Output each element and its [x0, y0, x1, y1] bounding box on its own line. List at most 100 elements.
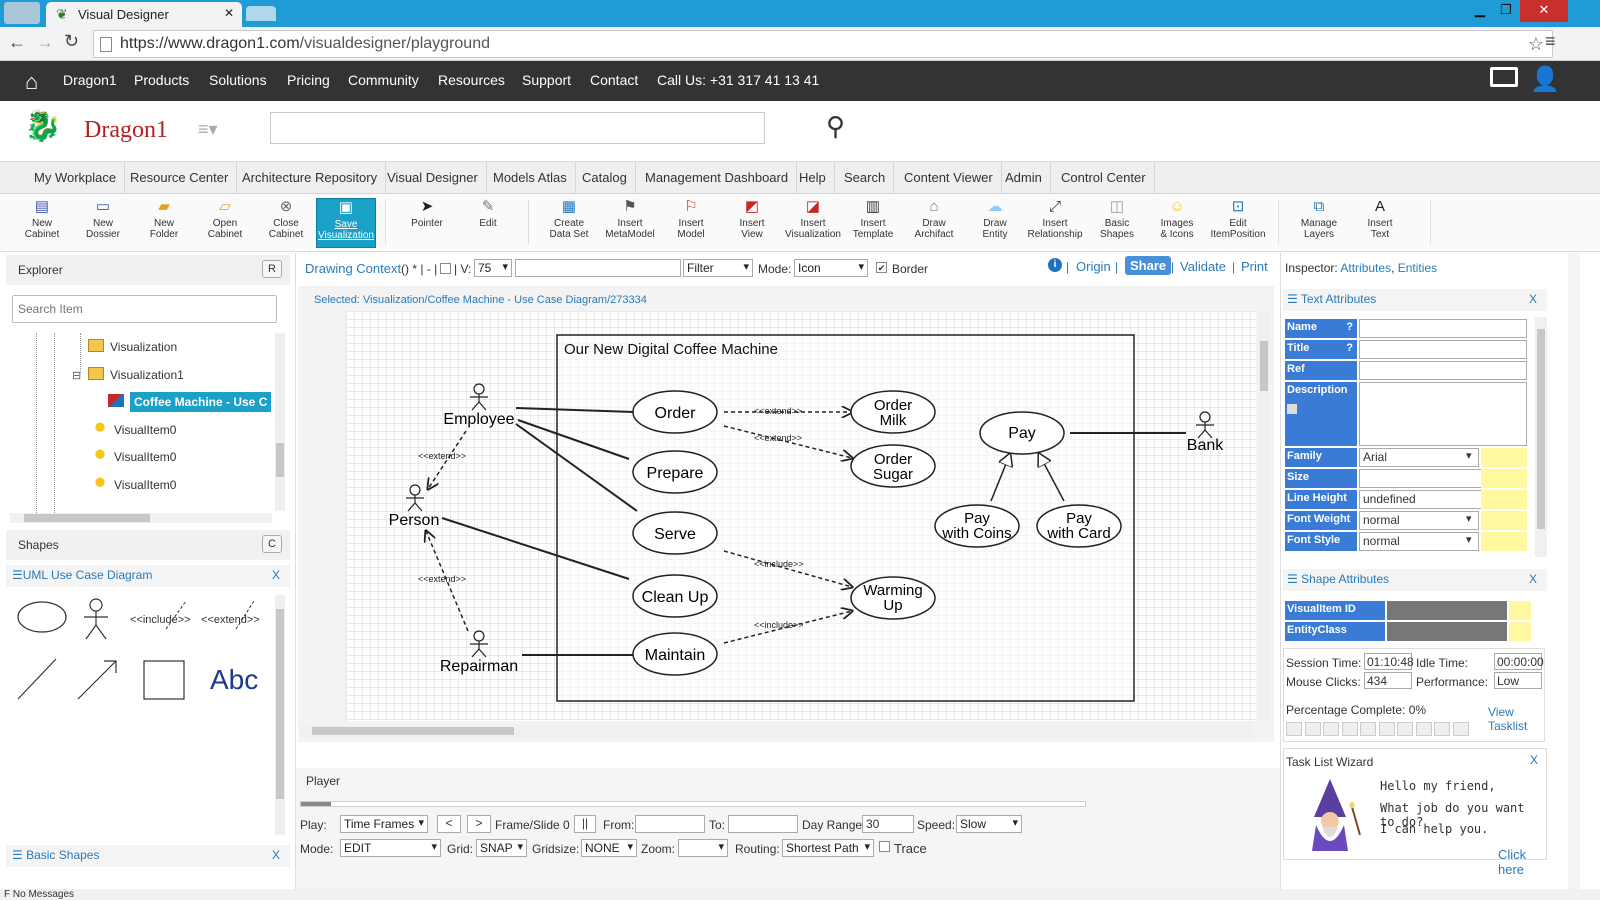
text-attr-title[interactable]: ☰ Text Attributes: [1287, 292, 1376, 306]
nav-resources[interactable]: Resources: [438, 72, 505, 88]
menu-admin[interactable]: Admin: [997, 162, 1051, 194]
v-select[interactable]: 75: [474, 259, 512, 277]
toolbar-new-dossier-button[interactable]: ▭ New Dossier: [73, 198, 133, 248]
user-icon[interactable]: 👤: [1530, 65, 1560, 94]
hamburger-menu-icon[interactable]: ≡▾: [198, 119, 218, 140]
menu-my-workplace[interactable]: My Workplace: [26, 162, 126, 194]
toolbar-draw-archifact-button[interactable]: ⌂ Draw Archifact: [904, 198, 964, 248]
help-icon[interactable]: ?: [1346, 321, 1353, 333]
pause-button[interactable]: ||: [574, 815, 596, 833]
next-frame-button[interactable]: >: [467, 815, 491, 833]
nav-dragon1[interactable]: Dragon1: [63, 72, 117, 88]
maximize-button[interactable]: ❐: [1493, 0, 1519, 22]
toolbar-basic-shapes-button[interactable]: ◫ Basic Shapes: [1087, 198, 1147, 248]
text-attr-vscroll-thumb[interactable]: [1537, 329, 1545, 529]
toolbar-insert-metamodel-button[interactable]: ⚑ Insert MetaModel: [600, 198, 660, 248]
shape-attr-close[interactable]: X: [1529, 572, 1537, 586]
toolbar-new-folder-button[interactable]: ▰ New Folder: [134, 198, 194, 248]
mode-select-player[interactable]: EDIT: [340, 839, 441, 857]
gridsize-select[interactable]: NONE: [581, 839, 637, 857]
toolbar-insert-relationship-button[interactable]: ⤢ Insert Relationship: [1025, 198, 1085, 248]
reload-icon[interactable]: ↻: [64, 31, 79, 52]
shapes-collapse-button[interactable]: C: [262, 535, 282, 553]
dragon-logo-icon[interactable]: 🐉: [24, 109, 61, 144]
toolbar-create-data-set-button[interactable]: ▦ Create Data Set: [539, 198, 599, 248]
toolbar-new-cabinet-button[interactable]: ▤ New Cabinet: [12, 198, 72, 248]
from-input[interactable]: [635, 815, 705, 833]
toolbar-edit-itemposition-button[interactable]: ⊡ Edit ItemPosition: [1208, 198, 1268, 248]
attr-select[interactable]: Arial: [1359, 448, 1479, 467]
toolbar-pointer-button[interactable]: ➤ Pointer: [397, 198, 457, 248]
click-here-link[interactable]: Click here: [1498, 847, 1546, 877]
menu-content-viewer[interactable]: Content Viewer: [896, 162, 1002, 194]
browser-tab[interactable]: ❦ Visual Designer ✕: [46, 2, 242, 27]
menu-architecture-repository[interactable]: Architecture Repository: [234, 162, 387, 194]
speed-select[interactable]: Slow: [956, 815, 1022, 833]
uml-section-close[interactable]: X: [272, 568, 280, 582]
arrow-shape[interactable]: [77, 660, 117, 700]
usecase-order-sugar[interactable]: Order Sugar: [850, 444, 936, 488]
right-outer-scroll[interactable]: [1568, 253, 1580, 889]
actor-shape[interactable]: [84, 598, 108, 640]
canvas-vscroll[interactable]: [1258, 311, 1270, 721]
context-text-input[interactable]: [515, 259, 681, 277]
nav-call-us[interactable]: Call Us: +31 317 41 13 41: [657, 72, 819, 88]
explorer-refresh-button[interactable]: R: [262, 260, 282, 278]
tree-item[interactable]: VisualItem0: [92, 449, 176, 471]
line-shape[interactable]: [17, 658, 57, 700]
back-icon[interactable]: ←: [8, 32, 26, 53]
actor-repairman[interactable]: [470, 630, 488, 658]
context-checkbox[interactable]: [440, 263, 451, 274]
border-checkbox[interactable]: ✔: [876, 262, 887, 273]
trace-checkbox[interactable]: [879, 841, 890, 852]
nav-support[interactable]: Support: [522, 72, 571, 88]
prev-frame-button[interactable]: <: [437, 815, 461, 833]
toolbar-save-visualization-button[interactable]: ▣ Save Visualization: [316, 198, 376, 248]
dayrange-input[interactable]: 30: [862, 815, 914, 833]
toolbar-images-icons-button[interactable]: ☺ Images & Icons: [1147, 198, 1207, 248]
tree-item[interactable]: Coffee Machine - Use C: [108, 392, 272, 416]
nav-products[interactable]: Products: [134, 72, 189, 88]
filter-select[interactable]: Filter: [683, 259, 753, 277]
tree-hscroll-thumb[interactable]: [24, 514, 150, 522]
bookmark-star-icon[interactable]: ☆: [1528, 34, 1544, 55]
toolbar-insert-text-button[interactable]: A Insert Text: [1350, 198, 1410, 248]
actor-person[interactable]: [406, 484, 424, 512]
player-progress[interactable]: [300, 801, 1086, 807]
text-attr-vscroll[interactable]: [1535, 317, 1547, 557]
basic-shapes-close[interactable]: X: [272, 848, 280, 862]
include-shape[interactable]: <<include>>: [130, 614, 191, 626]
attr-input[interactable]: [1359, 340, 1527, 359]
usecase-pay[interactable]: Pay: [979, 411, 1065, 455]
canvas-hscroll-thumb[interactable]: [312, 727, 514, 735]
usecase-cleanup[interactable]: Clean Up: [632, 574, 718, 618]
nav-community[interactable]: Community: [348, 72, 419, 88]
extend-shape[interactable]: <<extend>>: [201, 614, 260, 626]
attr-input[interactable]: [1359, 361, 1527, 380]
nav-solutions[interactable]: Solutions: [209, 72, 267, 88]
url-input[interactable]: https://www.dragon1.com/visualdesigner/p…: [93, 30, 1553, 58]
routing-select[interactable]: Shortest Path: [782, 839, 874, 857]
canvas-hscroll[interactable]: [300, 725, 1252, 737]
menu-help[interactable]: Help: [791, 162, 835, 194]
forward-icon[interactable]: →: [36, 32, 54, 53]
tree-toggle-icon[interactable]: ⊟: [72, 369, 81, 382]
tree-item[interactable]: ⊟ Visualization1: [72, 366, 184, 389]
nav-pricing[interactable]: Pricing: [287, 72, 330, 88]
basic-shapes-title[interactable]: ☰ Basic Shapes: [12, 848, 99, 862]
validate-link[interactable]: Validate: [1180, 259, 1226, 274]
tree-item[interactable]: VisualItem0: [92, 421, 176, 444]
toolbar-insert-visualization-button[interactable]: ◪ Insert Visualization: [783, 198, 843, 248]
tree-vscroll[interactable]: [275, 333, 285, 511]
explorer-search-input[interactable]: [12, 295, 277, 323]
text-shape[interactable]: Abc: [210, 664, 258, 695]
home-icon[interactable]: ⌂: [25, 69, 38, 95]
usecase-warming-up[interactable]: Warming Up: [850, 576, 936, 620]
actor-employee[interactable]: [470, 383, 488, 411]
site-search-input[interactable]: [270, 112, 765, 144]
diagram-canvas[interactable]: Our New Digital Coffee Machine <<extend>…: [346, 311, 1256, 721]
menu-management-dashboard[interactable]: Management Dashboard: [637, 162, 798, 194]
to-input[interactable]: [728, 815, 798, 833]
toolbar-edit-button[interactable]: ✎ Edit: [458, 198, 518, 248]
grid-select[interactable]: SNAP: [476, 839, 527, 857]
